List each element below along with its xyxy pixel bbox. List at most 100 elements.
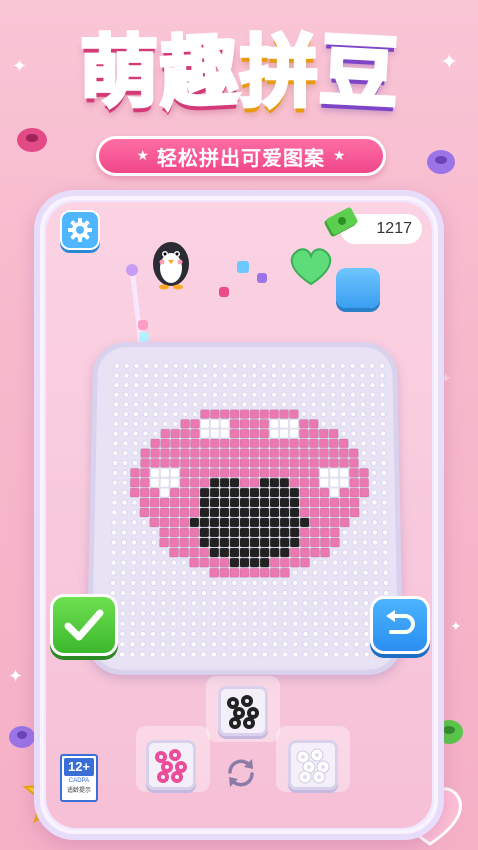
empty-peg[interactable] — [323, 570, 328, 575]
empty-peg[interactable] — [120, 621, 125, 626]
empty-peg[interactable] — [181, 560, 186, 565]
empty-peg[interactable] — [262, 392, 267, 397]
empty-peg[interactable] — [163, 373, 168, 378]
placed-bead[interactable] — [360, 478, 369, 487]
empty-peg[interactable] — [171, 642, 176, 647]
empty-peg[interactable] — [282, 601, 287, 606]
empty-peg[interactable] — [173, 373, 178, 378]
placed-bead[interactable] — [270, 518, 279, 527]
empty-peg[interactable] — [383, 560, 388, 565]
placed-bead[interactable] — [260, 419, 269, 428]
empty-peg[interactable] — [301, 363, 306, 368]
empty-peg[interactable] — [371, 499, 378, 506]
empty-peg[interactable] — [380, 402, 385, 407]
empty-peg[interactable] — [140, 652, 145, 657]
empty-peg[interactable] — [272, 580, 277, 585]
empty-peg[interactable] — [203, 392, 208, 397]
empty-peg[interactable] — [141, 540, 146, 545]
placed-bead[interactable] — [191, 419, 200, 428]
empty-peg[interactable] — [370, 373, 375, 378]
empty-peg[interactable] — [363, 580, 368, 585]
empty-peg[interactable] — [144, 363, 149, 368]
empty-peg[interactable] — [364, 611, 369, 616]
placed-bead[interactable] — [210, 419, 219, 428]
empty-peg[interactable] — [130, 631, 135, 636]
empty-peg[interactable] — [301, 373, 306, 378]
placed-bead[interactable] — [200, 558, 209, 567]
empty-peg[interactable] — [141, 570, 146, 575]
placed-bead[interactable] — [190, 439, 199, 448]
empty-peg[interactable] — [281, 373, 286, 378]
placed-bead[interactable] — [230, 528, 239, 537]
empty-peg[interactable] — [381, 480, 386, 485]
placed-bead[interactable] — [329, 498, 340, 508]
placed-bead[interactable] — [190, 558, 199, 567]
placed-bead[interactable] — [260, 429, 269, 438]
placed-bead[interactable] — [250, 419, 259, 428]
empty-peg[interactable] — [333, 560, 338, 565]
placed-bead[interactable] — [260, 459, 269, 468]
empty-peg[interactable] — [133, 421, 138, 426]
empty-peg[interactable] — [121, 499, 128, 506]
empty-peg[interactable] — [311, 383, 316, 388]
placed-bead[interactable] — [260, 488, 269, 497]
empty-peg[interactable] — [383, 590, 388, 595]
empty-peg[interactable] — [330, 373, 335, 378]
placed-bead[interactable] — [280, 528, 289, 537]
empty-peg[interactable] — [380, 392, 385, 397]
placed-bead[interactable] — [210, 449, 219, 458]
empty-peg[interactable] — [222, 590, 227, 595]
placed-bead[interactable] — [170, 528, 179, 537]
placed-bead[interactable] — [161, 449, 170, 458]
empty-peg[interactable] — [140, 642, 145, 647]
empty-peg[interactable] — [141, 590, 146, 595]
placed-bead[interactable] — [280, 568, 289, 577]
placed-bead[interactable] — [180, 488, 189, 497]
placed-bead[interactable] — [280, 410, 289, 419]
placed-bead[interactable] — [179, 507, 190, 517]
empty-peg[interactable] — [181, 611, 186, 616]
empty-peg[interactable] — [143, 441, 148, 446]
empty-peg[interactable] — [381, 460, 386, 465]
placed-bead[interactable] — [309, 498, 320, 508]
empty-peg[interactable] — [262, 621, 267, 626]
empty-peg[interactable] — [131, 499, 138, 506]
empty-peg[interactable] — [363, 590, 368, 595]
placed-bead[interactable] — [149, 507, 160, 517]
placed-bead[interactable] — [339, 449, 348, 458]
empty-peg[interactable] — [114, 402, 119, 407]
placed-bead[interactable] — [200, 548, 209, 557]
empty-peg[interactable] — [111, 490, 118, 497]
empty-peg[interactable] — [181, 570, 186, 575]
placed-bead[interactable] — [150, 488, 159, 497]
empty-peg[interactable] — [121, 530, 126, 535]
placed-bead[interactable] — [250, 558, 259, 567]
empty-peg[interactable] — [361, 421, 366, 426]
empty-peg[interactable] — [252, 392, 257, 397]
empty-peg[interactable] — [281, 402, 286, 407]
empty-peg[interactable] — [201, 580, 206, 585]
empty-peg[interactable] — [340, 363, 345, 368]
placed-bead[interactable] — [250, 410, 259, 419]
empty-peg[interactable] — [381, 441, 386, 446]
empty-peg[interactable] — [123, 460, 128, 465]
empty-peg[interactable] — [211, 601, 216, 606]
empty-peg[interactable] — [133, 441, 138, 446]
placed-bead[interactable] — [329, 449, 338, 458]
empty-peg[interactable] — [321, 412, 326, 417]
placed-bead[interactable] — [151, 449, 160, 458]
empty-peg[interactable] — [191, 570, 196, 575]
empty-peg[interactable] — [242, 363, 247, 368]
empty-peg[interactable] — [292, 580, 297, 585]
placed-bead[interactable] — [220, 468, 229, 477]
placed-bead[interactable] — [280, 478, 289, 487]
empty-peg[interactable] — [193, 402, 198, 407]
placed-bead[interactable] — [220, 459, 229, 468]
empty-peg[interactable] — [121, 560, 126, 565]
empty-peg[interactable] — [141, 530, 146, 535]
placed-bead[interactable] — [300, 538, 309, 547]
placed-bead[interactable] — [240, 419, 249, 428]
empty-peg[interactable] — [311, 412, 316, 417]
placed-bead[interactable] — [229, 498, 240, 508]
empty-peg[interactable] — [341, 421, 346, 426]
